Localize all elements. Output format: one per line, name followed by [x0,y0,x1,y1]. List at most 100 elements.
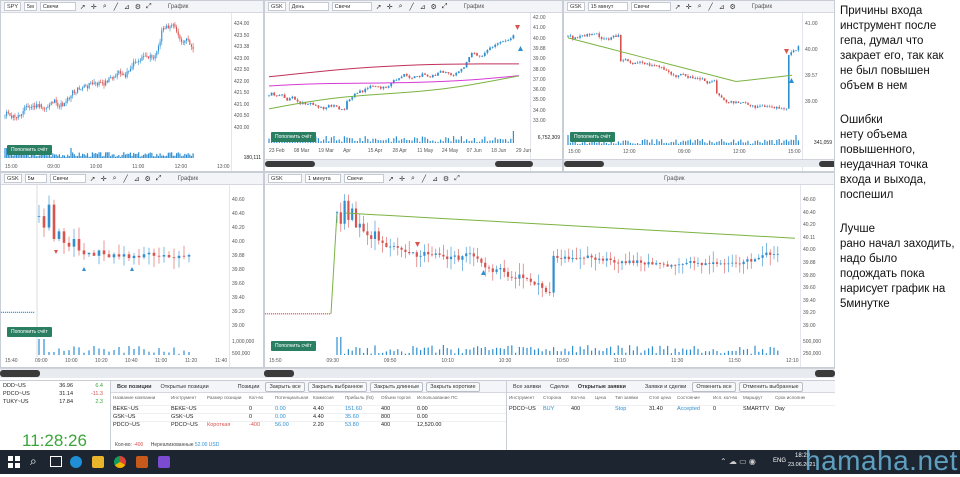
zoom-icon[interactable]: ⌕ [696,3,704,11]
edge-icon[interactable] [70,456,82,468]
settings-icon[interactable]: ⚙ [442,175,450,183]
crosshair-icon[interactable]: ✛ [398,175,406,183]
measure-icon[interactable]: ⊿ [123,3,131,11]
chart-pane-gsk-1[interactable]: GSK 1 минута Свечи ➚ ✛ ⌕ ╱ ⊿ ⚙ ⤢ График … [264,172,835,368]
column-header[interactable]: Срок исполнения [773,395,805,403]
chart-type-field[interactable]: Свечи [344,174,384,183]
scrollbar-thumb[interactable] [495,161,533,167]
windows-start-icon[interactable] [8,456,20,468]
close-short-button[interactable]: Закрыть короткие [426,381,480,392]
chart-pane-spy[interactable]: SPY 5м Свечи ➚ ✛ ⌕ ╱ ⊿ ⚙ ⤢ График 424.00… [0,0,264,172]
draw-line-icon[interactable]: ╱ [707,3,715,11]
column-header[interactable]: Использование ПС [415,395,471,403]
draw-line-icon[interactable]: ╱ [420,175,428,183]
zoom-icon[interactable]: ⌕ [101,3,109,11]
column-header[interactable]: Исп. кол-во [711,395,741,403]
close-all-button[interactable]: Закрыть все [265,381,305,392]
crosshair-icon[interactable]: ✛ [100,175,108,183]
chart-pane-gsk-day[interactable]: GSK День Свечи ➚ ✛ ⌕ ╱ ⊿ ⚙ ⤢ График 42.0… [264,0,563,172]
scrollbar-thumb[interactable] [0,370,40,377]
column-header[interactable]: Стоп цена [647,395,675,403]
task-view-icon[interactable] [50,456,62,467]
column-header[interactable]: Объем торгов [379,395,415,403]
file-explorer-icon[interactable] [92,456,104,468]
zoom-icon[interactable]: ⌕ [397,3,405,11]
timeframe-field[interactable]: 1 минута [305,174,341,183]
tab-all-positions[interactable]: Все позиции [114,383,155,391]
chart-pane-gsk-5[interactable]: GSK 5м Свечи ➚ ✛ ⌕ ╱ ⊿ ⚙ ⤢ График 40.60 4… [0,172,264,368]
table-row[interactable]: PDCO~US BUY 400 Stop 31.40 Accepted 0 SMARTTV Da… [507,405,835,413]
ticker-field[interactable]: GSK [268,2,286,11]
draw-line-icon[interactable]: ╱ [408,3,416,11]
scrollbar-thumb[interactable] [264,370,294,377]
scrollbar-thumb[interactable] [564,161,604,167]
chart-type-field[interactable]: Свечи [39,2,76,11]
column-header[interactable]: Комиссия [311,395,343,403]
column-header[interactable]: Цена [593,395,613,403]
table-row[interactable]: PDCO~US PDCO~US Короткая -400 56.00 2.20 53.80… [111,421,506,429]
deposit-button[interactable]: Пополнить счёт [7,145,52,155]
watchlist-row[interactable]: DDD~US 36.96 6.4 [0,383,110,391]
chart-type-field[interactable]: Свечи [331,2,372,11]
tab-open-positions[interactable]: Открытые позиции [158,383,212,391]
column-header[interactable]: Кол-во [569,395,593,403]
chart-scrollbar[interactable] [0,368,835,378]
column-header[interactable]: Тип заявки [613,395,647,403]
fullscreen-icon[interactable]: ⤢ [155,175,163,183]
settings-icon[interactable]: ⚙ [144,175,152,183]
chart-scrollbar[interactable] [564,159,834,167]
chart-pane-gsk-15[interactable]: GSK 15 минут Свечи ➚ ✛ ⌕ ╱ ⊿ ⚙ График 41… [563,0,835,172]
settings-icon[interactable]: ⚙ [134,3,142,11]
app-icon[interactable] [136,456,148,468]
crosshair-icon[interactable]: ✛ [685,3,693,11]
cursor-icon[interactable]: ➚ [375,3,383,11]
fullscreen-icon[interactable]: ⤢ [453,175,461,183]
cursor-icon[interactable]: ➚ [387,175,395,183]
lang-indicator[interactable]: ENG [773,458,786,464]
tab-open-orders[interactable]: Открытые заявки [575,383,629,391]
crosshair-icon[interactable]: ✛ [90,3,98,11]
cancel-all-button[interactable]: Отменить все [692,381,736,392]
chart-type-field[interactable]: Свечи [49,174,86,183]
column-header[interactable]: Инструмент [507,395,541,403]
deposit-button[interactable]: Пополнить счёт [570,132,615,142]
cursor-icon[interactable]: ➚ [89,175,97,183]
timeframe-field[interactable]: 5м [24,174,47,183]
ticker-field[interactable]: GSK [268,174,302,183]
settings-icon[interactable]: ⚙ [729,3,737,11]
ticker-field[interactable]: SPY [4,2,22,11]
table-row[interactable]: GSK~US GSK~US 0 0.00 4.40 35.60 800 0.00 [111,413,506,421]
timeframe-field[interactable]: День [288,2,329,11]
column-header[interactable]: Название компании [111,395,169,403]
tab-trades[interactable]: Сделки [547,383,572,391]
zoom-icon[interactable]: ⌕ [111,175,119,183]
crosshair-icon[interactable]: ✛ [386,3,394,11]
column-header[interactable]: Инструмент [169,395,205,403]
ticker-field[interactable]: GSK [4,174,22,183]
column-header[interactable]: Маршрут [741,395,773,403]
measure-icon[interactable]: ⊿ [419,3,427,11]
chrome-icon[interactable] [114,456,126,468]
zoom-icon[interactable]: ⌕ [409,175,417,183]
column-header[interactable]: Кол-во [247,395,273,403]
deposit-button[interactable]: Пополнить счёт [271,132,316,142]
deposit-button[interactable]: Пополнить счёт [271,341,316,351]
cursor-icon[interactable]: ➚ [674,3,682,11]
close-long-button[interactable]: Закрыть длинные [369,381,424,392]
ticker-field[interactable]: GSK [567,2,585,11]
cursor-icon[interactable]: ➚ [79,3,87,11]
chart-scrollbar[interactable] [265,159,562,167]
watchlist-row[interactable]: TUKY~US 17.84 2.3 [0,399,110,407]
deposit-button[interactable]: Пополнить счёт [7,327,52,337]
measure-icon[interactable]: ⊿ [431,175,439,183]
trading-app-icon[interactable] [158,456,170,468]
close-selected-button[interactable]: Закрыть выбранное [307,381,367,392]
column-header[interactable]: Прибыль (fst) [343,395,379,403]
measure-icon[interactable]: ⊿ [133,175,141,183]
watchlist-row[interactable]: PDCO~US 31.14 -11.3 [0,391,110,399]
chart-type-field[interactable]: Свечи [630,2,671,11]
fullscreen-icon[interactable]: ⤢ [145,3,153,11]
measure-icon[interactable]: ⊿ [718,3,726,11]
search-icon[interactable]: ⌕ [30,454,37,469]
timeframe-field[interactable]: 15 минут [587,2,628,11]
